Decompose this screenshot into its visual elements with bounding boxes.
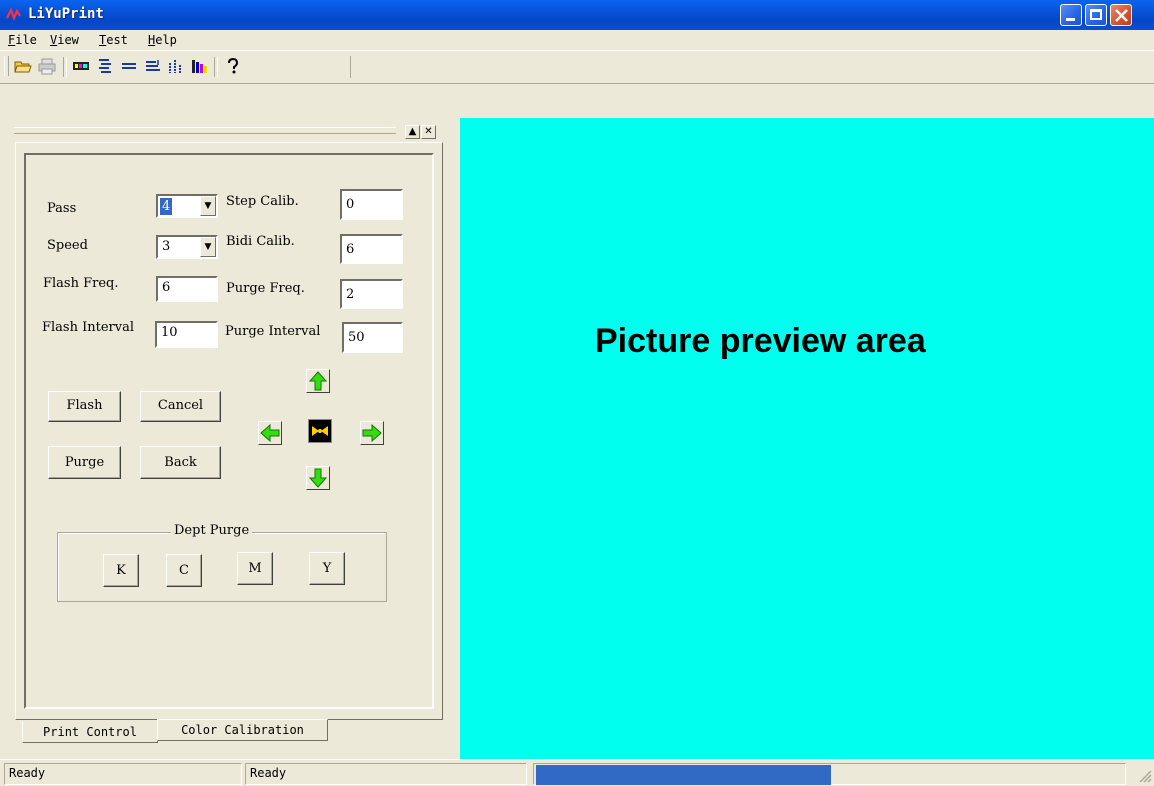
flash-button[interactable]: Flash [48,391,121,422]
print-icon[interactable] [38,57,56,75]
menu-test[interactable]: Test [99,33,128,47]
speed-select-value: 3 [162,239,171,254]
picture-preview-area[interactable] [460,118,1154,759]
arrow-down-icon [308,468,328,488]
vertical-dots-icon[interactable] [166,57,184,75]
home-button[interactable] [308,419,332,443]
color-bar-icon[interactable] [72,57,90,75]
menu-view[interactable]: View [50,33,79,47]
tab-print-control[interactable]: Print Control [22,721,158,743]
purge-freq-label: Purge Freq. [226,281,305,296]
speed-label: Speed [47,238,88,253]
flash-freq-input[interactable]: 6 [156,276,218,302]
purge-interval-input[interactable]: 50 [342,322,403,353]
title-bar[interactable] [0,0,1154,30]
move-right-button[interactable] [360,421,384,445]
help-icon[interactable] [224,57,242,75]
menu-bar: File View Test Help [0,30,1154,50]
toolbar-end [250,56,351,78]
arrow-left-icon [260,423,280,443]
bidi-calib-input[interactable]: 6 [340,234,403,264]
chevron-down-icon[interactable]: ▼ [200,196,216,216]
close-icon [1115,9,1128,22]
purge-y-button[interactable]: Y [309,552,345,585]
toolbar-grip [4,56,9,76]
window-title: LiYuPrint [28,6,104,22]
dock-close-button[interactable]: ✕ [421,125,436,139]
tab-color-calibration[interactable]: Color Calibration [157,719,328,741]
maximize-button[interactable] [1085,4,1107,26]
bidi-calib-label: Bidi Calib. [226,234,295,249]
center-home-icon [312,426,328,436]
move-down-button[interactable] [306,466,330,490]
purge-freq-input[interactable]: 2 [340,279,403,309]
purge-button[interactable]: Purge [48,446,121,479]
dept-purge-title: Dept Purge [171,523,253,538]
status-pane-2: Ready [245,763,527,785]
flash-interval-label: Flash Interval [42,320,134,335]
arrow-up-icon [308,371,328,391]
menu-file[interactable]: File [8,33,37,47]
minimize-icon [1066,18,1075,21]
flash-freq-label: Flash Freq. [43,276,119,291]
step-calib-label: Step Calib. [226,194,299,209]
app-logo-icon [6,7,21,21]
menu-help[interactable]: Help [148,33,177,47]
color-columns-icon[interactable] [190,57,208,75]
purge-interval-label: Purge Interval [225,324,321,339]
dock-grip[interactable] [14,127,396,134]
minimize-button[interactable] [1060,4,1082,26]
horizontal-lines-icon[interactable] [120,57,138,75]
move-up-button[interactable] [306,369,330,393]
dock-collapse-button[interactable]: ▲ [405,125,420,139]
resize-grip-icon[interactable] [1136,767,1152,783]
progress-bar-fill [536,765,831,785]
step-calib-input[interactable]: 0 [340,189,403,220]
step-lines-icon[interactable] [144,57,162,75]
purge-k-button[interactable]: K [103,554,139,587]
flash-interval-input[interactable]: 10 [155,321,218,348]
speed-select[interactable]: 3 ▼ [156,235,218,259]
status-pane-1: Ready [4,763,242,785]
cancel-button[interactable]: Cancel [140,391,221,422]
align-lines-icon[interactable] [96,57,114,75]
preview-placeholder-text: Picture preview area [595,322,926,360]
pass-label: Pass [47,201,77,216]
pass-select[interactable]: 4 ▼ [156,194,218,218]
open-folder-icon[interactable] [14,57,32,75]
chevron-down-icon[interactable]: ▼ [200,237,216,257]
move-left-button[interactable] [258,421,282,445]
maximize-icon [1090,9,1102,20]
toolbar-separator [214,57,218,77]
purge-m-button[interactable]: M [237,552,273,585]
toolbar-separator [63,57,67,77]
close-button[interactable] [1110,4,1132,26]
arrow-right-icon [362,423,382,443]
purge-c-button[interactable]: C [166,554,202,587]
back-button[interactable]: Back [140,446,221,479]
pass-select-value: 4 [160,198,173,215]
